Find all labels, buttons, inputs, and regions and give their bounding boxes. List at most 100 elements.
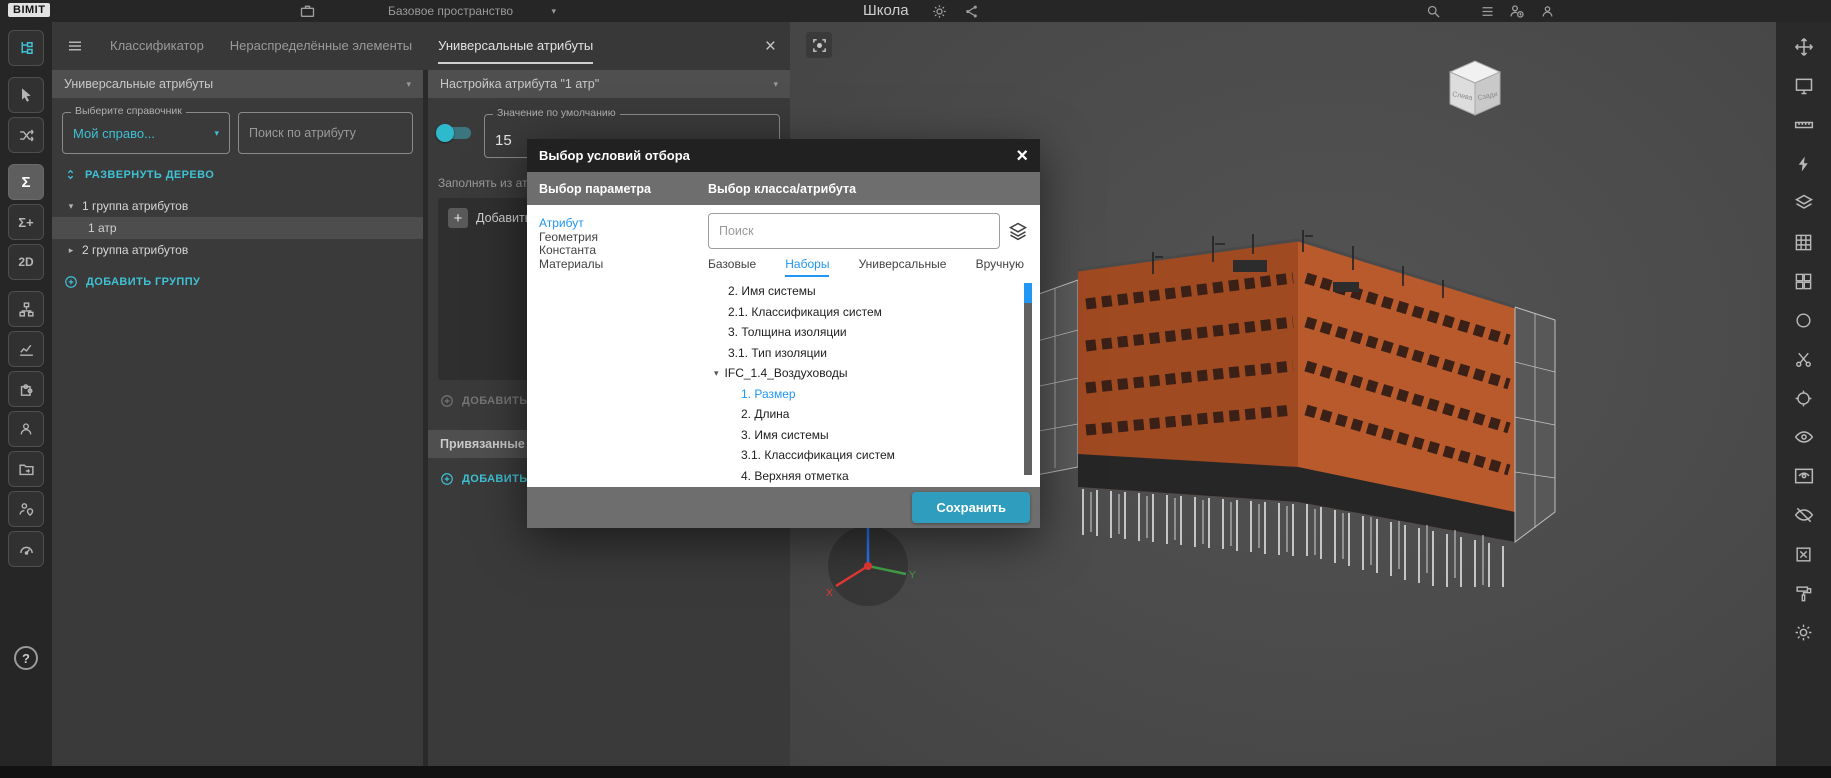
- screen-select-icon[interactable]: [1789, 71, 1819, 101]
- attribute-row[interactable]: 3. Толщина изоляции: [708, 322, 1028, 343]
- attribute-row[interactable]: 3. Имя системы: [708, 425, 1028, 446]
- shared-folder-icon[interactable]: [8, 451, 44, 487]
- attribute-row-selected[interactable]: 1. Размер: [708, 384, 1028, 405]
- tab-universal-attributes[interactable]: Универсальные атрибуты: [438, 22, 593, 70]
- param-option-constant[interactable]: Константа: [527, 244, 700, 258]
- windows-grid-icon[interactable]: [1789, 266, 1819, 296]
- building-model[interactable]: [1003, 212, 1563, 592]
- dashboard-gauge-icon[interactable]: [8, 531, 44, 567]
- screenshot-icon[interactable]: [806, 32, 832, 58]
- structure-icon[interactable]: [8, 291, 44, 327]
- tab-basic[interactable]: Базовые: [708, 257, 756, 277]
- user-icon[interactable]: [8, 411, 44, 447]
- connections-icon[interactable]: [8, 117, 44, 153]
- param-option-geometry[interactable]: Геометрия: [527, 231, 700, 245]
- universal-attributes-panel: Универсальные атрибуты ▾ Выберите справо…: [52, 70, 423, 766]
- tab-classifier[interactable]: Классификатор: [110, 22, 204, 70]
- plugins-icon[interactable]: [8, 371, 44, 407]
- axis-gizmo[interactable]: X Y Z: [816, 514, 920, 623]
- tree-attribute-row[interactable]: 1 атр: [52, 217, 423, 239]
- attribute-row[interactable]: 2. Длина: [708, 404, 1028, 425]
- modal-search-row: [708, 213, 1028, 249]
- selection-conditions-modal: Выбор условий отбора × Выбор параметра В…: [527, 139, 1040, 528]
- add-group-button[interactable]: ДОБАВИТЬ ГРУППУ: [52, 261, 423, 297]
- sum-icon[interactable]: Σ: [8, 164, 44, 200]
- help-button[interactable]: ?: [14, 646, 38, 670]
- attribute-tree-list: 2. Имя системы 2.1. Классификация систем…: [708, 281, 1028, 486]
- navigation-cube[interactable]: Слева Сзади: [1438, 54, 1512, 127]
- share-icon[interactable]: [962, 3, 980, 19]
- tab-manual[interactable]: Вручную: [976, 257, 1024, 277]
- attributes-panel-title: Универсальные атрибуты: [64, 77, 213, 91]
- layers-icon[interactable]: [1008, 221, 1028, 241]
- tree-group-row[interactable]: ▾ 1 группа атрибутов: [52, 195, 423, 217]
- isolate-box-icon[interactable]: [1789, 539, 1819, 569]
- visibility-eye-icon[interactable]: [1789, 422, 1819, 452]
- panel-close-icon[interactable]: ×: [765, 37, 776, 56]
- account-icon[interactable]: [1538, 3, 1556, 19]
- tree-group-row[interactable]: ▸ 2 группа атрибутов: [52, 239, 423, 261]
- view-2d-glyph: 2D: [18, 255, 33, 269]
- tab-universal[interactable]: Универсальные: [859, 257, 947, 277]
- view-2d-icon[interactable]: 2D: [8, 244, 44, 280]
- select-cursor-icon[interactable]: [8, 77, 44, 113]
- tab-sets[interactable]: Наборы: [785, 257, 829, 277]
- attribute-label: 1. Размер: [741, 387, 796, 401]
- modal-search-input[interactable]: [709, 214, 999, 248]
- attribute-search-input[interactable]: [239, 113, 412, 153]
- settings-panel-header[interactable]: Настройка атрибута "1 атр" ▾: [428, 70, 790, 98]
- attribute-row[interactable]: 2. Имя системы: [708, 281, 1028, 302]
- default-value-toggle[interactable]: [438, 126, 472, 140]
- list-scrollbar[interactable]: [1024, 283, 1032, 475]
- attribute-label: 3.1. Классификация систем: [741, 448, 895, 462]
- graph-icon[interactable]: [8, 331, 44, 367]
- circle-tool-icon[interactable]: [1789, 305, 1819, 335]
- modal-close-icon[interactable]: ×: [1016, 146, 1028, 166]
- save-button[interactable]: Сохранить: [912, 492, 1030, 523]
- param-column-header: Выбор параметра: [527, 182, 700, 196]
- sum-add-icon[interactable]: Σ+: [8, 204, 44, 240]
- visibility-off-icon[interactable]: [1789, 500, 1819, 530]
- visibility-box-icon[interactable]: [1789, 461, 1819, 491]
- param-option-attribute[interactable]: Атрибут: [527, 217, 700, 231]
- app-logo[interactable]: BIMIT: [8, 3, 50, 17]
- chevron-down-icon: ▾: [773, 79, 778, 90]
- model-tree-icon[interactable]: [8, 30, 44, 66]
- attributes-panel-header[interactable]: Универсальные атрибуты ▾: [52, 70, 423, 98]
- view-settings-icon[interactable]: [1789, 617, 1819, 647]
- attribute-row[interactable]: 2.1. Классификация систем: [708, 302, 1028, 323]
- ruler-icon[interactable]: [1789, 110, 1819, 140]
- reference-select[interactable]: Выберите справочник Мой справо... ▾: [62, 112, 230, 154]
- search-icon[interactable]: [1424, 3, 1442, 19]
- move-tool-icon[interactable]: [1789, 32, 1819, 62]
- attribute-group-row[interactable]: ▾ IFC_1.4_Воздуховоды: [708, 363, 1028, 384]
- section-bolt-icon[interactable]: [1789, 149, 1819, 179]
- target-icon[interactable]: [1789, 383, 1819, 413]
- paint-roller-icon[interactable]: [1789, 578, 1819, 608]
- settings-gear-icon[interactable]: [930, 3, 948, 19]
- attribute-group-label: IFC_1.4_Воздуховоды: [725, 366, 848, 380]
- attribute-row[interactable]: 3.1. Тип изоляции: [708, 343, 1028, 364]
- user-location-icon[interactable]: [8, 491, 44, 527]
- attribute-row[interactable]: 3.1. Классификация систем: [708, 445, 1028, 466]
- workspace-selector[interactable]: Базовое пространство ▾: [388, 0, 556, 22]
- param-option-materials[interactable]: Материалы: [527, 258, 700, 272]
- axis-y-label: Y: [909, 570, 916, 581]
- tab-unassigned-elements[interactable]: Нераспределённые элементы: [230, 22, 412, 70]
- attribute-row[interactable]: 4. Верхняя отметка: [708, 466, 1028, 487]
- menu-list-icon[interactable]: [1478, 3, 1496, 19]
- sum-add-glyph: Σ+: [18, 215, 33, 230]
- attribute-label: 2. Длина: [741, 407, 789, 421]
- table-grid-icon[interactable]: [1789, 227, 1819, 257]
- expand-tree-button[interactable]: РАЗВЕРНУТЬ ДЕРЕВО: [52, 154, 423, 189]
- plus-circle-icon: [440, 472, 454, 486]
- plus-circle-icon: [440, 394, 454, 408]
- account-clock-icon[interactable]: [1508, 3, 1526, 19]
- scrollbar-thumb[interactable]: [1024, 283, 1032, 303]
- toggle-knob: [436, 124, 454, 142]
- briefcase-icon[interactable]: [298, 3, 316, 19]
- cut-scissors-icon[interactable]: [1789, 344, 1819, 374]
- layers-icon[interactable]: [1789, 188, 1819, 218]
- tree-attribute-label: 1 атр: [88, 221, 117, 235]
- panel-menu-icon[interactable]: [66, 37, 84, 55]
